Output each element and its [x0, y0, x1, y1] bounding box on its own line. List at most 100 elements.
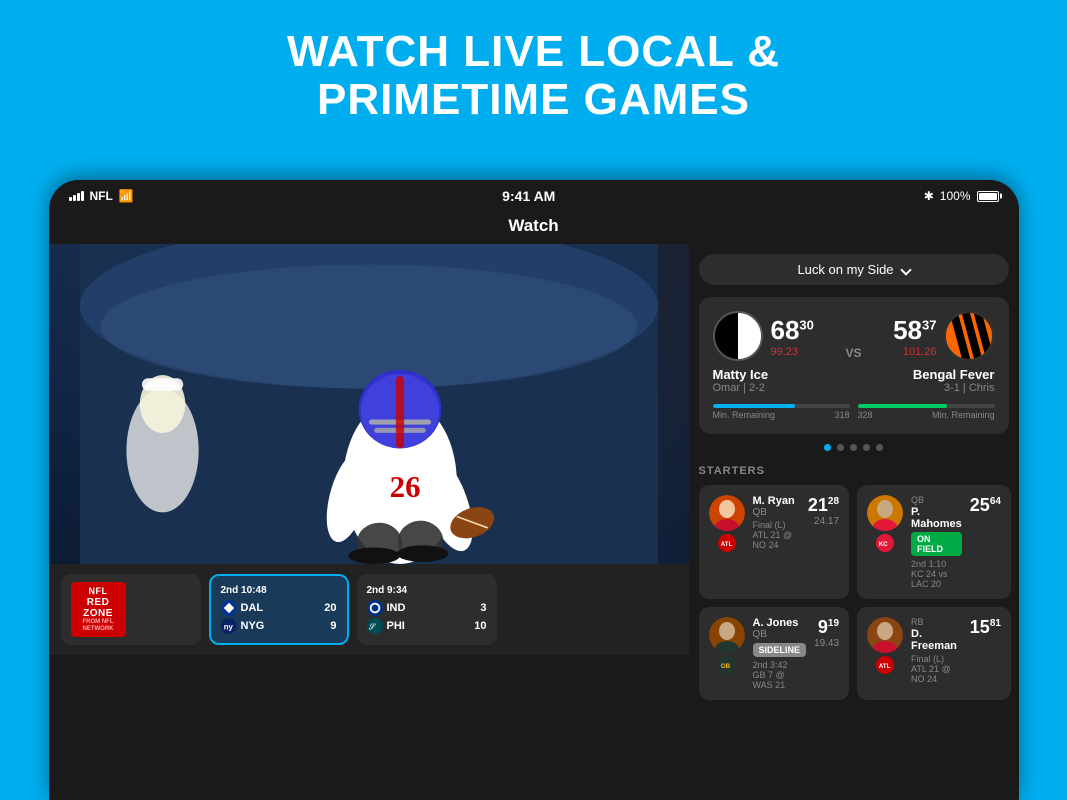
- ind-logo: [367, 600, 383, 616]
- dot-1[interactable]: [824, 444, 831, 451]
- game-thumbnails: NFL REDZONE FROM NFL NETWORK 2nd 10:48: [49, 564, 689, 655]
- ryan-pos: QB: [753, 507, 800, 518]
- matchup-scores: 6830 99.23 Matty Ice Omar | 2-2: [713, 311, 995, 394]
- jones-status: SIDELINE: [753, 643, 807, 657]
- ryan-name: M. Ryan: [753, 495, 800, 507]
- starter-card-ryan[interactable]: ATL M. Ryan QB Final (L) ATL 21 @ NO 24: [699, 485, 850, 599]
- freeman-score-block: 1581: [970, 617, 1001, 638]
- team2-name: Bengal Fever: [913, 367, 995, 382]
- video-player[interactable]: 26: [49, 244, 689, 564]
- mahomes-status: ON FIELD: [911, 532, 962, 556]
- team-row-dal: DAL 20: [221, 600, 337, 616]
- status-right: ✱ 100%: [924, 189, 999, 203]
- starter-card-mahomes[interactable]: KC QB P. Mahomes ON FIELD 2nd 1:10 KC 24…: [857, 485, 1011, 599]
- wifi-icon: 📶: [119, 189, 134, 203]
- vs-label: VS: [837, 346, 869, 360]
- playlist-button[interactable]: Luck on my Side: [699, 254, 1009, 285]
- status-left: NFL 📶: [69, 189, 134, 203]
- team2-block: 5837 101.26 Bengal Fever 3-1 | Chris: [893, 311, 994, 394]
- team2-scores: 5837 101.26: [893, 315, 936, 358]
- team1-block: 6830 99.23 Matty Ice Omar | 2-2: [713, 311, 814, 394]
- min-remaining-label2: Min. Remaining: [932, 410, 995, 420]
- game-info-2: 2nd 9:34 IND 3 𝒮: [367, 585, 487, 634]
- jones-info: A. Jones QB SIDELINE 2nd 3:42 GB 7 @ WAS…: [753, 617, 807, 690]
- nyg-name: NYG: [241, 620, 327, 632]
- bluetooth-icon: ✱: [924, 189, 934, 203]
- ryan-score-dec: 28: [828, 496, 839, 507]
- ryan-info: M. Ryan QB Final (L) ATL 21 @ NO 24: [753, 495, 800, 550]
- ryan-game-status: Final (L) ATL 21 @ NO 24: [753, 520, 800, 550]
- ind-name: IND: [387, 602, 477, 614]
- status-bar: NFL 📶 9:41 AM ✱ 100%: [49, 180, 1019, 212]
- svg-text:26: 26: [389, 469, 420, 504]
- right-panel: Luck on my Side 6830 99.23: [689, 244, 1019, 794]
- game-thumbnail-dal-nyg[interactable]: 2nd 10:48 DAL 20 ny: [209, 574, 349, 645]
- jones-team-badge: GB: [718, 656, 736, 674]
- team2-score-decimal: 37: [922, 317, 936, 332]
- starter-card-freeman[interactable]: ATL RB D. Freeman Final (L) ATL 21 @ NO …: [857, 607, 1011, 700]
- headline: WATCH LIVE LOCAL & PRIMETIME GAMES: [0, 0, 1067, 143]
- freeman-team-badge: ATL: [876, 656, 894, 674]
- game-info-1: 2nd 10:48 DAL 20 ny: [221, 585, 337, 634]
- min-remaining-label1: Min. Remaining: [713, 410, 776, 420]
- phi-logo: 𝒮: [367, 618, 383, 634]
- phi-score: 10: [474, 620, 486, 632]
- redzone-logo: NFL REDZONE FROM NFL NETWORK: [71, 582, 126, 637]
- dot-3[interactable]: [850, 444, 857, 451]
- chevron-down-icon: [900, 264, 911, 275]
- signal-bars: [69, 191, 84, 201]
- team2-progress: 328 Min. Remaining: [858, 404, 995, 420]
- jones-pos: QB: [753, 629, 807, 640]
- nav-title: Watch: [49, 212, 1019, 244]
- dot-2[interactable]: [837, 444, 844, 451]
- jones-score: 9: [818, 617, 828, 637]
- ryan-score-sub: 24.17: [814, 516, 839, 527]
- team1-record: Omar | 2-2: [713, 382, 769, 394]
- matchup-card: 6830 99.23 Matty Ice Omar | 2-2: [699, 297, 1009, 434]
- jones-score-sub: 19.43: [814, 638, 839, 649]
- starters-grid: ATL M. Ryan QB Final (L) ATL 21 @ NO 24: [699, 485, 1009, 700]
- game-quarter-1: 2nd 10:48: [221, 585, 337, 596]
- team1-min: 318: [834, 410, 849, 420]
- dal-name: DAL: [241, 602, 321, 614]
- content-area: 26: [49, 244, 1019, 794]
- ryan-avatar-svg: [709, 495, 745, 531]
- jones-name: A. Jones: [753, 617, 807, 629]
- svg-text:KC: KC: [879, 541, 888, 548]
- jones-score-dec: 19: [828, 618, 839, 629]
- team2-score-sub: 101.26: [893, 346, 936, 358]
- team2-score-main: 58: [893, 315, 922, 345]
- redzone-thumbnail[interactable]: NFL REDZONE FROM NFL NETWORK: [61, 574, 201, 645]
- svg-text:GB: GB: [720, 663, 730, 670]
- playlist-label: Luck on my Side: [797, 262, 893, 277]
- pagination-dots: [699, 444, 1009, 451]
- mahomes-pos-label: QB: [911, 495, 962, 505]
- starters-title: STARTERS: [699, 465, 1009, 477]
- mahomes-score: 25: [970, 495, 990, 515]
- mahomes-score-block: 2564: [970, 495, 1001, 516]
- freeman-score: 15: [970, 617, 990, 637]
- device-frame: NFL 📶 9:41 AM ✱ 100% Watch: [49, 180, 1019, 800]
- status-time: 9:41 AM: [502, 188, 555, 204]
- team1-progress: Min. Remaining 318: [713, 404, 850, 420]
- game-quarter-2: 2nd 9:34: [367, 585, 487, 596]
- dot-4[interactable]: [863, 444, 870, 451]
- dal-logo: [221, 600, 237, 616]
- team-row-ind: IND 3: [367, 600, 487, 616]
- mahomes-avatar: [867, 495, 903, 531]
- dal-score: 20: [324, 602, 336, 614]
- phi-name: PHI: [387, 620, 471, 632]
- team1-name: Matty Ice: [713, 367, 769, 382]
- game-thumbnail-ind-phi[interactable]: 2nd 9:34 IND 3 𝒮: [357, 574, 497, 645]
- nyg-logo: ny: [221, 618, 237, 634]
- mahomes-info: QB P. Mahomes ON FIELD 2nd 1:10 KC 24 vs…: [911, 495, 962, 589]
- freeman-info: RB D. Freeman Final (L) ATL 21 @ NO 24: [911, 617, 962, 684]
- carrier: NFL: [90, 189, 113, 203]
- ryan-avatar: [709, 495, 745, 531]
- player-visual: 26: [49, 244, 689, 564]
- dot-5[interactable]: [876, 444, 883, 451]
- svg-text:ny: ny: [223, 623, 233, 632]
- mahomes-avatar-svg: [867, 495, 903, 531]
- starter-card-jones[interactable]: GB A. Jones QB SIDELINE 2nd 3:42 GB 7 @ …: [699, 607, 850, 700]
- progress-section: Min. Remaining 318 328 Min. Remaining: [713, 404, 995, 420]
